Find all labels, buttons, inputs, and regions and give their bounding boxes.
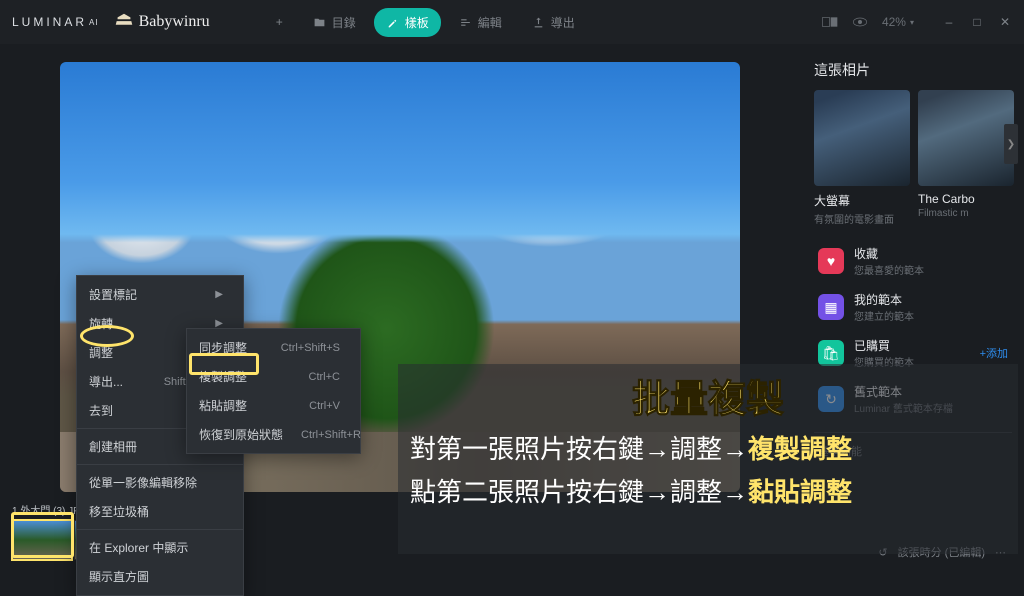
preset-title: The Carbo bbox=[918, 192, 1014, 206]
window-controls: – □ ✕ bbox=[942, 15, 1012, 29]
ctx-item-ctx1-0[interactable]: 設置標記▶ bbox=[77, 280, 243, 309]
ctx-item-ctx1-11[interactable]: 在 Explorer 中顯示 bbox=[77, 533, 243, 562]
nav-edit[interactable]: 編輯 bbox=[447, 8, 514, 37]
overlay-line-2: 點第二張照片按右鍵→調整→黏貼調整 bbox=[410, 472, 1006, 509]
title-bar: LUMINAR AI Babywinru + 目錄 樣板 編輯 導出 42% ▾… bbox=[0, 0, 1024, 44]
zoom-level[interactable]: 42% ▾ bbox=[882, 15, 914, 29]
top-right-controls: 42% ▾ – □ ✕ bbox=[822, 15, 1012, 29]
context-menu-adjust: 同步調整Ctrl+Shift+S複製調整Ctrl+C粘貼調整Ctrl+V恢復到原… bbox=[186, 328, 361, 454]
heart-icon: ♥ bbox=[818, 248, 844, 274]
top-nav: + 目錄 樣板 編輯 導出 bbox=[264, 8, 587, 37]
folder-icon bbox=[313, 16, 326, 29]
signature-text: Babywinru bbox=[139, 13, 210, 31]
nav-catalog[interactable]: 目錄 bbox=[301, 8, 368, 37]
preset-next-button[interactable]: ❯ bbox=[1004, 124, 1018, 164]
thumbnail-0[interactable] bbox=[12, 520, 72, 560]
bag-icon: 🛍 bbox=[818, 340, 844, 366]
hat-icon bbox=[113, 11, 135, 33]
ctx-item-ctx1-9[interactable]: 移至垃圾桶 bbox=[77, 497, 243, 526]
preset-sub: Filmastic m bbox=[918, 208, 1014, 219]
app-brand: LUMINAR AI bbox=[12, 15, 99, 29]
close-button[interactable]: ✕ bbox=[998, 15, 1012, 29]
nav-edit-label: 編輯 bbox=[478, 14, 502, 31]
nav-templates-label: 樣板 bbox=[405, 14, 429, 31]
nav-export[interactable]: 導出 bbox=[520, 8, 587, 37]
ctx-item-ctx1-8[interactable]: 從單一影像編輯移除 bbox=[77, 468, 243, 497]
overlay-title: 批量複製 bbox=[410, 368, 1006, 423]
preset-row: 大螢幕 有氛圍的電影畫面 The Carbo Filmastic m ❯ bbox=[814, 90, 1012, 226]
cat-title: 收藏 bbox=[854, 245, 924, 262]
overlay-line-1: 對第一張照片按右鍵→調整→複製調整 bbox=[410, 429, 1006, 466]
sliders-icon bbox=[459, 16, 472, 29]
sidebar-title: 這張相片 bbox=[814, 60, 1012, 80]
cat-title: 已購買 bbox=[854, 337, 914, 354]
author-signature: Babywinru bbox=[113, 11, 210, 33]
preset-sub: 有氛圍的電影畫面 bbox=[814, 211, 910, 226]
ctx-item-ctx2-2[interactable]: 粘貼調整Ctrl+V bbox=[187, 391, 360, 420]
nav-export-label: 導出 bbox=[551, 14, 575, 31]
eye-icon bbox=[852, 16, 868, 28]
maximize-button[interactable]: □ bbox=[970, 15, 984, 29]
preset-card-1[interactable]: The Carbo Filmastic m bbox=[918, 90, 1014, 226]
cat-title: 我的範本 bbox=[854, 291, 914, 308]
preset-title: 大螢幕 bbox=[814, 192, 910, 209]
nav-catalog-label: 目錄 bbox=[332, 14, 356, 31]
compare-toggle[interactable] bbox=[822, 16, 838, 28]
ctx-item-ctx2-0[interactable]: 同步調整Ctrl+Shift+S bbox=[187, 333, 360, 362]
add-link[interactable]: +添加 bbox=[980, 345, 1008, 361]
preset-thumb bbox=[814, 90, 910, 186]
category-my-templates[interactable]: ▦ 我的範本您建立的範本 bbox=[814, 284, 1012, 330]
category-favorites[interactable]: ♥ 收藏您最喜愛的範本 bbox=[814, 238, 1012, 284]
grid-icon: ▦ bbox=[818, 294, 844, 320]
compare-icon bbox=[822, 16, 838, 28]
ctx-item-ctx2-1[interactable]: 複製調整Ctrl+C bbox=[187, 362, 360, 391]
tutorial-overlay: 批量複製 對第一張照片按右鍵→調整→複製調整 點第二張照片按右鍵→調整→黏貼調整 bbox=[398, 364, 1018, 554]
preset-thumb bbox=[918, 90, 1014, 186]
minimize-button[interactable]: – bbox=[942, 15, 956, 29]
add-button[interactable]: + bbox=[264, 9, 295, 35]
nav-templates[interactable]: 樣板 bbox=[374, 8, 441, 37]
cat-sub: 您建立的範本 bbox=[854, 308, 914, 323]
wand-icon bbox=[386, 16, 399, 29]
brand-suffix: AI bbox=[89, 18, 99, 27]
brand-text: LUMINAR bbox=[12, 15, 87, 29]
ctx-item-ctx1-12[interactable]: 顯示直方圖 bbox=[77, 562, 243, 591]
export-icon bbox=[532, 16, 545, 29]
cat-sub: 您最喜愛的範本 bbox=[854, 262, 924, 277]
preview-toggle[interactable] bbox=[852, 16, 868, 28]
preset-card-0[interactable]: 大螢幕 有氛圍的電影畫面 bbox=[814, 90, 910, 226]
ctx-item-ctx2-3[interactable]: 恢復到原始狀態Ctrl+Shift+R bbox=[187, 420, 360, 449]
